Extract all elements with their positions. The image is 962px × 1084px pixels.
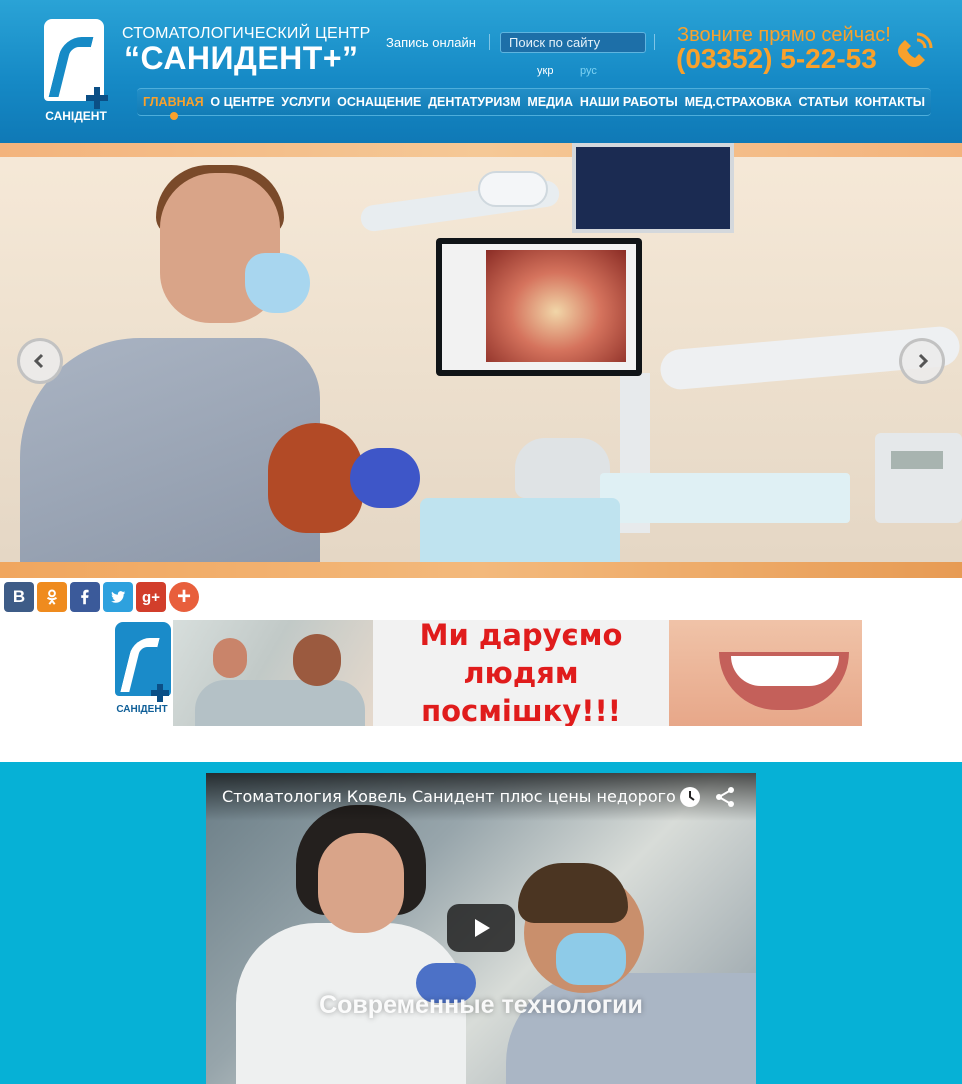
video-thumb-figure <box>518 863 628 923</box>
promo-banner[interactable]: САНІДЕНТ Ми даруємо людям посмішку!!! <box>111 620 862 726</box>
banner-photo <box>173 620 373 726</box>
slider-prev-button[interactable] <box>17 338 63 384</box>
nav-item-about[interactable]: О ЦЕНТРЕ <box>210 95 274 109</box>
header-divider <box>654 34 655 50</box>
brand-title: “САНИДЕНТ+” <box>124 40 359 76</box>
main-nav: ГЛАВНАЯ О ЦЕНТРЕ УСЛУГИ ОСНАЩЕНИЕ ДЕНТАТ… <box>137 88 931 116</box>
lang-ukr-link[interactable]: укр <box>537 65 553 77</box>
slide-monitor <box>572 143 734 233</box>
slide-bottom-stripe <box>0 562 962 578</box>
nav-item-contacts[interactable]: КОНТАКТЫ <box>855 95 925 109</box>
slider-next-button[interactable] <box>899 338 945 384</box>
phone-number[interactable]: (03352) 5-22-53 <box>676 43 877 75</box>
facebook-icon[interactable] <box>70 582 100 612</box>
social-share-bar: В g+ + <box>4 582 199 612</box>
site-header: САНІДЕНТ СТОМАТОЛОГИЧЕСКИЙ ЦЕНТР “САНИДЕ… <box>0 0 962 143</box>
lang-rus-link[interactable]: рус <box>580 65 597 77</box>
nav-item-dental-tourism[interactable]: ДЕНТАТУРИЗМ <box>428 95 521 109</box>
nav-item-services[interactable]: УСЛУГИ <box>281 95 330 109</box>
nav-item-media[interactable]: МЕДИА <box>527 95 573 109</box>
video-thumb-figure <box>506 973 756 1084</box>
chevron-right-icon <box>918 353 929 369</box>
banner-logo: САНІДЕНТ <box>111 620 173 726</box>
play-icon <box>475 919 490 937</box>
chevron-left-icon <box>33 353 44 369</box>
video-title[interactable]: Стоматология Ковель Санидент плюс цены н… <box>222 787 676 806</box>
slide-device <box>875 433 962 523</box>
site-logo[interactable]: САНІДЕНТ <box>40 17 108 125</box>
slide-glove <box>350 448 420 508</box>
slide-patient <box>268 423 363 533</box>
nav-item-equipment[interactable]: ОСНАЩЕНИЕ <box>337 95 421 109</box>
plus-logo-icon <box>86 87 108 109</box>
youtube-video-player[interactable]: Стоматология Ковель Санидент плюс цены н… <box>206 773 756 1084</box>
video-play-button[interactable] <box>447 904 515 952</box>
video-thumb-figure <box>556 933 626 985</box>
slide-spittoon <box>515 438 610 498</box>
banner-smile-photo <box>669 620 862 726</box>
nav-item-insurance[interactable]: МЕД.СТРАХОВКА <box>685 95 792 109</box>
header-divider <box>489 34 490 50</box>
banner-slogan-line2: посмішку!!! <box>421 694 621 726</box>
hero-slider[interactable] <box>0 143 962 578</box>
search-input[interactable] <box>500 32 646 53</box>
twitter-icon[interactable] <box>103 582 133 612</box>
google-plus-icon[interactable]: g+ <box>136 582 166 612</box>
slide-top-stripe <box>0 143 962 157</box>
video-section: Стоматология Ковель Санидент плюс цены н… <box>0 762 962 1084</box>
banner-slogan: Ми даруємо людям посмішку!!! <box>373 620 669 726</box>
clock-icon[interactable] <box>679 786 701 808</box>
share-icon[interactable] <box>714 786 736 808</box>
slide-dental-screen <box>436 238 642 376</box>
nav-item-our-works[interactable]: НАШИ РАБОТЫ <box>580 95 678 109</box>
phone-icon <box>898 32 933 67</box>
active-nav-indicator <box>170 112 178 120</box>
vk-icon[interactable]: В <box>4 582 34 612</box>
share-more-icon[interactable]: + <box>169 582 199 612</box>
nav-item-articles[interactable]: СТАТЬИ <box>799 95 849 109</box>
slide-dentist-mask <box>245 253 310 313</box>
video-thumb-figure <box>318 833 404 933</box>
slide-tray <box>600 473 850 523</box>
odnoklassniki-icon[interactable] <box>37 582 67 612</box>
logo-text: САНІДЕНТ <box>45 109 107 123</box>
banner-slogan-line1: Ми даруємо людям <box>419 620 623 690</box>
nav-item-home[interactable]: ГЛАВНАЯ <box>143 95 204 109</box>
plus-logo-icon <box>151 684 169 702</box>
slide-lamp <box>478 171 548 207</box>
video-caption: Современные технологии <box>319 991 643 1019</box>
book-online-link[interactable]: Запись онлайн <box>386 35 476 50</box>
banner-logo-text: САНІДЕНТ <box>116 704 168 715</box>
